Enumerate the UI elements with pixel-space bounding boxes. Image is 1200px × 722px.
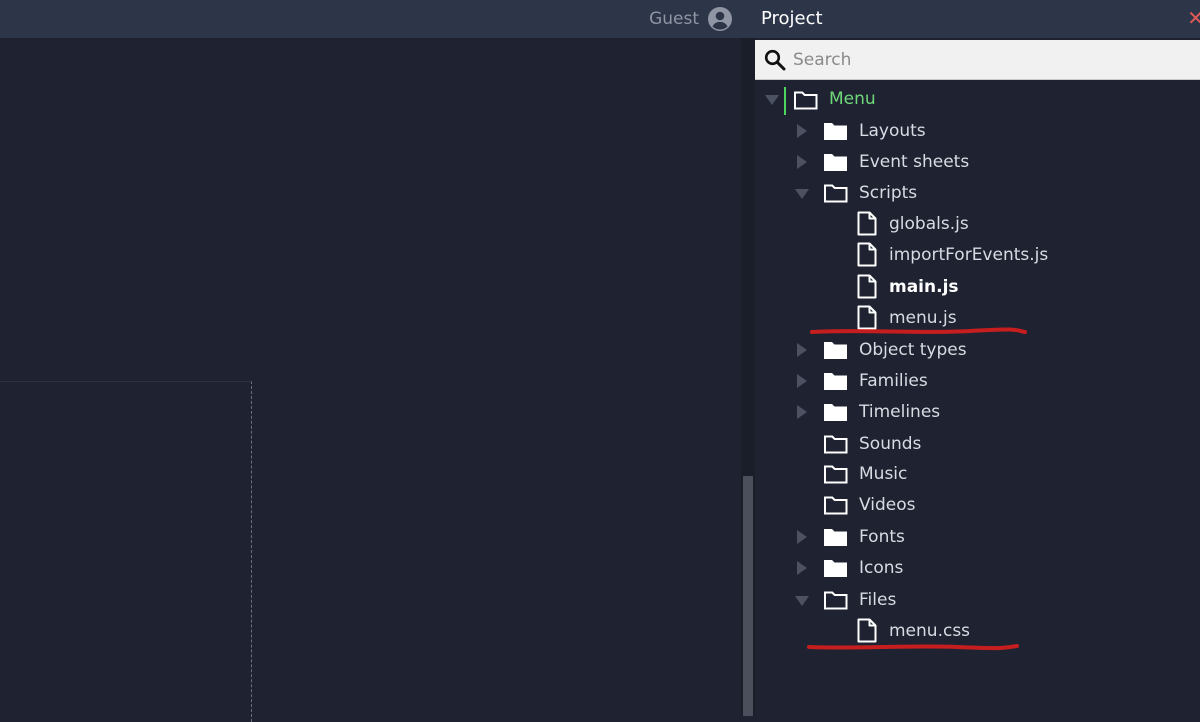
chevron-down-icon[interactable] — [795, 187, 809, 201]
file-icon — [857, 242, 877, 267]
folder-open-icon — [824, 591, 848, 610]
chevron-right-icon[interactable] — [795, 405, 809, 419]
tree-item-importforevents-js[interactable]: importForEvents.js — [755, 240, 1200, 271]
layout-boundary — [0, 381, 252, 722]
chevron-down-icon[interactable] — [795, 594, 809, 608]
chevron-right-icon[interactable] — [795, 124, 809, 138]
tree-item-icons[interactable]: Icons — [755, 553, 1200, 584]
tree-item-files[interactable]: Files — [755, 585, 1200, 616]
tree-item-label: Scripts — [859, 183, 918, 203]
folder-icon — [824, 123, 847, 140]
guest-label: Guest — [649, 9, 699, 29]
tree-item-label: menu.js — [889, 308, 957, 328]
search-bar — [755, 40, 1200, 80]
close-icon[interactable]: ✕ — [1187, 6, 1200, 30]
tree-item-label: Timelines — [859, 402, 941, 422]
tree-item-families[interactable]: Families — [755, 366, 1200, 397]
tree-item-menu[interactable]: Menu — [755, 84, 1200, 115]
tree-item-label: main.js — [889, 277, 959, 297]
chevron-right-icon[interactable] — [795, 343, 809, 357]
tree-item-label: menu.css — [889, 621, 971, 641]
folder-icon — [824, 342, 847, 359]
tree-item-label: Event sheets — [859, 152, 970, 172]
guest-account[interactable]: Guest — [649, 6, 733, 32]
project-panel: Project ✕ Search Menu Layouts Event shee… — [755, 0, 1200, 716]
chevron-down-icon[interactable] — [765, 93, 779, 107]
chevron-right-icon[interactable] — [795, 374, 809, 388]
folder-icon — [824, 373, 847, 390]
selection-marker — [784, 87, 786, 115]
search-icon — [764, 49, 786, 71]
tree-item-label: Music — [859, 464, 908, 484]
file-icon — [857, 211, 877, 236]
folder-icon — [824, 154, 847, 171]
tree-item-globals-js[interactable]: globals.js — [755, 209, 1200, 240]
tree-item-music[interactable]: Music — [755, 459, 1200, 490]
folder-open-icon — [824, 435, 848, 454]
tree-item-label: Videos — [859, 495, 916, 515]
editor-vertical-scrollbar[interactable] — [741, 38, 755, 716]
tree-item-layouts[interactable]: Layouts — [755, 116, 1200, 147]
annotation-underline — [807, 644, 1019, 651]
tree-item-label: Icons — [859, 558, 904, 578]
panel-title: Project — [761, 8, 823, 29]
tree-item-label: Menu — [829, 89, 876, 109]
folder-icon — [824, 529, 847, 546]
search-input[interactable] — [791, 46, 1195, 74]
tree-item-label: Sounds — [859, 434, 922, 454]
tree-item-label: importForEvents.js — [889, 245, 1049, 265]
top-bar: Guest — [0, 0, 755, 38]
tree-item-fonts[interactable]: Fonts — [755, 522, 1200, 553]
folder-open-icon — [824, 184, 848, 203]
tree-item-label: Object types — [859, 340, 967, 360]
tree-item-object-types[interactable]: Object types — [755, 335, 1200, 366]
tree-item-videos[interactable]: Videos — [755, 490, 1200, 521]
folder-open-icon — [824, 465, 848, 484]
tree-item-main-js[interactable]: main.js — [755, 272, 1200, 303]
folder-open-icon — [794, 91, 818, 110]
layout-editor[interactable] — [0, 38, 741, 722]
tree-item-label: Families — [859, 371, 928, 391]
folder-icon — [824, 560, 847, 577]
chevron-right-icon[interactable] — [795, 155, 809, 169]
tree-item-timelines[interactable]: Timelines — [755, 397, 1200, 428]
tree-item-event-sheets[interactable]: Event sheets — [755, 147, 1200, 178]
tree-item-scripts[interactable]: Scripts — [755, 178, 1200, 209]
tree-item-label: Layouts — [859, 121, 926, 141]
folder-open-icon — [824, 496, 848, 515]
chevron-right-icon[interactable] — [795, 530, 809, 544]
tree-item-label: globals.js — [889, 214, 969, 234]
folder-icon — [824, 404, 847, 421]
panel-header: Project ✕ — [755, 0, 1200, 38]
tree-item-label: Fonts — [859, 527, 905, 547]
tree-item-label: Files — [859, 590, 897, 610]
user-avatar-icon — [707, 6, 733, 32]
scrollbar-thumb[interactable] — [743, 476, 753, 716]
tree-item-sounds[interactable]: Sounds — [755, 429, 1200, 460]
file-icon — [857, 274, 877, 299]
chevron-right-icon[interactable] — [795, 561, 809, 575]
